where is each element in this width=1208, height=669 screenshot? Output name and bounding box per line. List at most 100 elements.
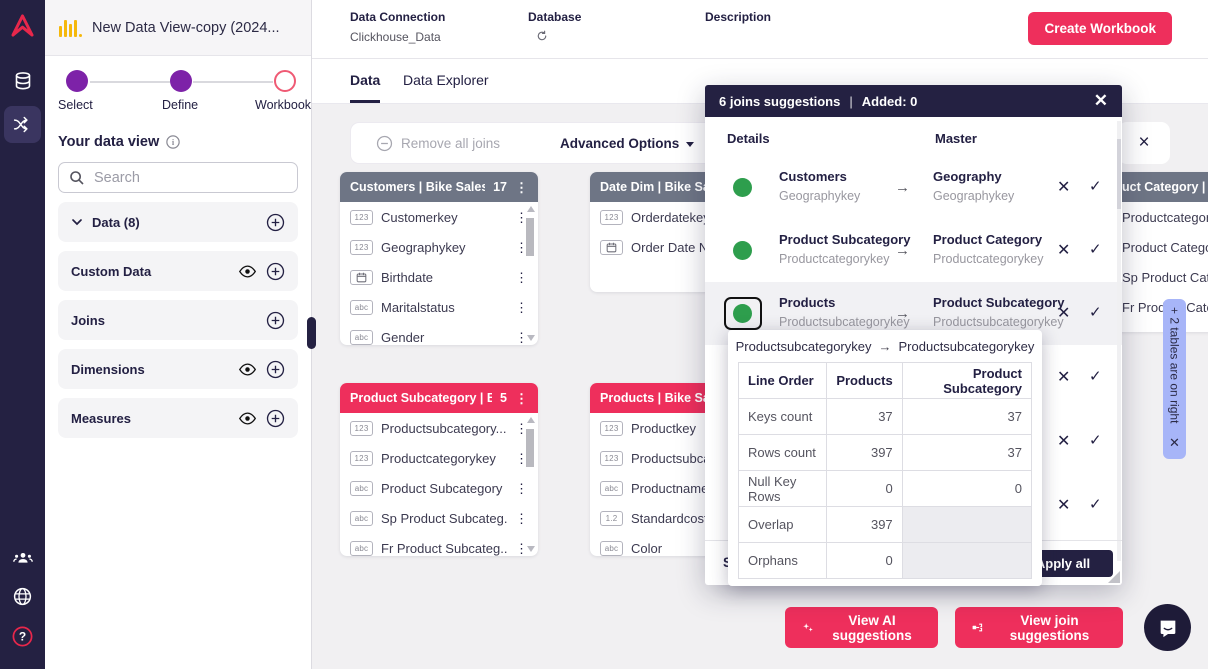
accept-join-icon[interactable]: ✓ [1089, 240, 1102, 258]
text-type-icon: abc [600, 541, 623, 556]
eye-icon[interactable] [238, 360, 257, 379]
add-circle-icon[interactable] [266, 409, 285, 428]
accept-join-icon[interactable]: ✓ [1089, 431, 1102, 449]
join-icon [972, 620, 984, 635]
refresh-icon[interactable] [536, 30, 548, 42]
search-icon [69, 170, 85, 186]
join-suggestion-row[interactable]: Product Subcategory Productcategorykey →… [705, 219, 1122, 282]
table-card-product-subcategory[interactable]: Product Subcategory | Bik... 5 ⋮ 123Prod… [340, 383, 538, 556]
reject-join-icon[interactable]: ✕ [1057, 495, 1070, 515]
add-circle-icon[interactable] [266, 360, 285, 379]
search-box[interactable] [58, 162, 298, 193]
field-row[interactable]: Productcategory [1112, 202, 1208, 232]
accept-join-icon[interactable]: ✓ [1089, 495, 1102, 513]
table-card-header[interactable]: Customers | Bike Sales 17 ⋮ [340, 172, 538, 202]
field-row[interactable]: Fr Product Categ [1112, 292, 1208, 322]
reject-join-icon[interactable]: ✕ [1057, 367, 1070, 387]
card-scrollbar[interactable] [525, 206, 536, 341]
close-icon[interactable]: ✕ [1169, 435, 1180, 451]
field-row[interactable]: abcSp Product Subcateg...⋮ [340, 503, 538, 533]
section-label: Dimensions [71, 362, 229, 377]
chevron-down-icon[interactable] [71, 216, 83, 228]
step-workbook-dot[interactable] [274, 70, 296, 92]
field-row[interactable]: Sp Product Cate [1112, 262, 1208, 292]
info-icon[interactable]: i [166, 135, 180, 149]
remove-all-joins-button[interactable]: Remove all joins [376, 135, 500, 152]
reject-join-icon[interactable]: ✕ [1057, 303, 1070, 323]
tab-data[interactable]: Data [350, 72, 380, 88]
svg-text:i: i [172, 138, 175, 147]
field-row[interactable]: 123Productcategorykey⋮ [340, 443, 538, 473]
reject-join-icon[interactable]: ✕ [1057, 431, 1070, 451]
add-circle-icon[interactable] [266, 213, 285, 232]
field-row[interactable]: 123Customerkey⋮ [340, 202, 538, 232]
step-select-dot[interactable] [66, 70, 88, 92]
data-view-title-bar[interactable]: New Data View-copy (2024... [45, 0, 311, 56]
step-define-dot[interactable] [170, 70, 192, 92]
search-input[interactable] [94, 170, 274, 186]
master-column-label: Master [935, 131, 977, 146]
reject-join-icon[interactable]: ✕ [1057, 177, 1070, 197]
sidebar-resize-handle[interactable] [307, 317, 316, 349]
active-tab-indicator [350, 100, 380, 103]
table-card-header[interactable]: uct Category | B [1112, 172, 1208, 202]
stats-row: Rows count 397 37 [739, 435, 1032, 471]
table-name: Product Subcategory | Bik... [350, 391, 492, 405]
section-label: Joins [71, 313, 257, 328]
modal-resize-grip[interactable] [1108, 571, 1120, 583]
close-suggestions-panel-button[interactable]: × [1118, 122, 1170, 164]
table-card-product-category[interactable]: uct Category | B Productcategory Product… [1112, 172, 1208, 332]
stats-row: Keys count 37 37 [739, 399, 1032, 435]
field-row[interactable]: Product Categor [1112, 232, 1208, 262]
join-suggestion-row[interactable]: Customers Geographykey → Geography Geogr… [705, 156, 1122, 219]
accept-join-icon[interactable]: ✓ [1089, 367, 1102, 385]
advanced-options-dropdown[interactable]: Advanced Options [560, 136, 694, 151]
sidebar-section-data[interactable]: Data (8) [58, 202, 298, 242]
sidebar-section-joins[interactable]: Joins [58, 300, 298, 340]
data-model-nav-button[interactable] [4, 106, 41, 143]
field-row[interactable]: 123Geographykey⋮ [340, 232, 538, 262]
tables-overflow-badge[interactable]: + 2 tables are on right ✕ [1163, 299, 1186, 459]
eye-icon[interactable] [238, 262, 257, 281]
chat-support-button[interactable] [1144, 604, 1191, 651]
sidebar-section-dimensions[interactable]: Dimensions [58, 349, 298, 389]
join-status-dot[interactable] [733, 304, 752, 323]
join-stats-table: Line Order Products Product Subcategory … [738, 362, 1032, 579]
text-type-icon: abc [350, 300, 373, 315]
view-join-suggestions-button[interactable]: View join suggestions [955, 607, 1123, 648]
users-nav-button[interactable] [4, 540, 41, 577]
field-row[interactable]: 123Productsubcategory...⋮ [340, 413, 538, 443]
accept-join-icon[interactable]: ✓ [1089, 303, 1102, 321]
accept-join-icon[interactable]: ✓ [1089, 177, 1102, 195]
modal-header[interactable]: 6 joins suggestions | Added: 0 ✕ [705, 85, 1122, 117]
view-ai-suggestions-button[interactable]: View AI suggestions [785, 607, 938, 648]
help-nav-button[interactable]: ? [4, 618, 41, 655]
field-row[interactable]: abcGender⋮ [340, 322, 538, 345]
language-nav-button[interactable] [4, 578, 41, 615]
create-workbook-button[interactable]: Create Workbook [1028, 12, 1172, 45]
field-row[interactable]: Birthdate⋮ [340, 262, 538, 292]
app-window: ? New Data View-copy (2024... Select Def… [0, 0, 1208, 669]
kebab-menu-icon[interactable]: ⋮ [515, 181, 528, 194]
data-sources-nav-button[interactable] [4, 62, 41, 99]
card-scrollbar[interactable] [525, 417, 536, 552]
field-row[interactable]: abcProduct Subcategory⋮ [340, 473, 538, 503]
sidebar-section-measures[interactable]: Measures [58, 398, 298, 438]
field-row[interactable]: abcMaritalstatus⋮ [340, 292, 538, 322]
add-circle-icon[interactable] [266, 262, 285, 281]
astrato-logo-icon[interactable] [9, 12, 36, 39]
reject-join-icon[interactable]: ✕ [1057, 240, 1070, 260]
table-card-customers[interactable]: Customers | Bike Sales 17 ⋮ 123Customerk… [340, 172, 538, 345]
number-type-icon: 123 [350, 210, 373, 225]
workflow-stepper: Select Define Workbook [45, 70, 311, 122]
field-row[interactable]: abcFr Product Subcateg...⋮ [340, 533, 538, 556]
table-card-header[interactable]: Product Subcategory | Bik... 5 ⋮ [340, 383, 538, 413]
modal-close-icon[interactable]: ✕ [1094, 91, 1108, 111]
kebab-menu-icon[interactable]: ⋮ [515, 392, 528, 405]
add-circle-icon[interactable] [266, 311, 285, 330]
sidebar-section-custom-data[interactable]: Custom Data [58, 251, 298, 291]
tab-data-explorer[interactable]: Data Explorer [403, 72, 489, 88]
modal-column-headers: Details Master [727, 131, 1100, 146]
modal-scrollbar[interactable] [1117, 121, 1121, 561]
eye-icon[interactable] [238, 409, 257, 428]
